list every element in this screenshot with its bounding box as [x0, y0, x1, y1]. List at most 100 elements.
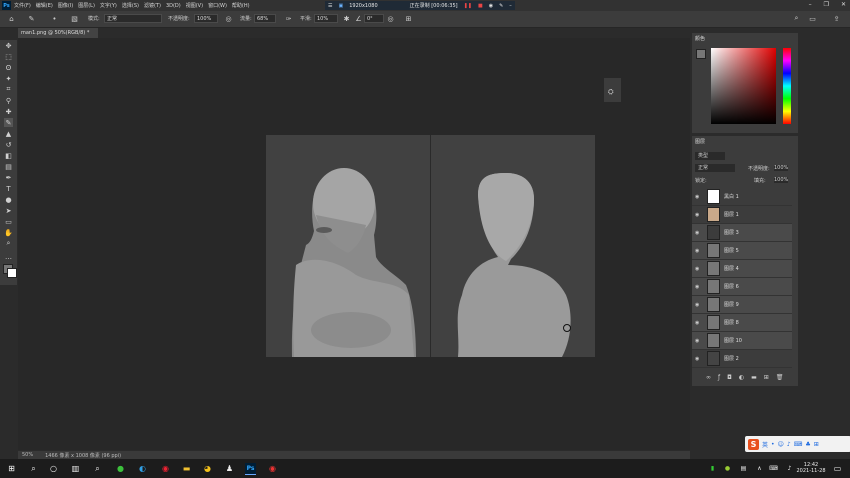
brush-preset-icon[interactable]: • [50, 14, 59, 23]
keyboard-icon[interactable]: ⌨ [768, 463, 779, 474]
menu-icon[interactable]: ☰ [328, 3, 332, 9]
visibility-icon[interactable]: ◉ [695, 266, 701, 272]
color-panel-title[interactable]: 颜色 [695, 35, 705, 42]
minimize-recorder-icon[interactable]: – [509, 3, 512, 9]
ime-punct-icon[interactable]: • [771, 441, 775, 448]
brush-tool-icon[interactable]: ✎ [27, 14, 36, 23]
layer-row[interactable]: ◉ 图层 8 [692, 314, 792, 332]
eraser-icon[interactable]: ◧ [4, 151, 13, 160]
delete-layer-icon[interactable]: 🗑 [776, 374, 784, 381]
new-layer-icon[interactable]: ⊞ [764, 374, 769, 381]
ime-tools-icon[interactable]: ⊞ [814, 441, 819, 448]
add-mask-icon[interactable]: ◘ [727, 374, 732, 381]
stop-icon[interactable]: ■ [478, 3, 483, 9]
menu-image[interactable]: 图像(I) [58, 2, 73, 9]
angle-input[interactable]: 0° [364, 14, 384, 23]
clone-stamp-icon[interactable]: ▲ [4, 129, 13, 138]
menu-layer[interactable]: 图层(L) [78, 2, 95, 9]
visibility-icon[interactable]: ◉ [695, 356, 701, 362]
layer-opacity-input[interactable]: 100% [774, 165, 789, 171]
mode-select[interactable]: 正常 [104, 14, 162, 23]
menu-window[interactable]: 窗口(W) [208, 2, 227, 9]
pressure-size-icon[interactable]: ◎ [386, 14, 395, 23]
properties-icon[interactable]: ⛭ [608, 88, 614, 97]
fill-input[interactable]: 100% [774, 177, 789, 183]
blend-mode-select[interactable]: 正常 [695, 164, 735, 172]
move-tool-icon[interactable]: ✥ [4, 41, 13, 50]
sogou-logo-icon[interactable]: S [748, 438, 759, 450]
battery-icon[interactable]: ▮ [707, 463, 718, 474]
app-green-icon[interactable]: ● [115, 463, 126, 474]
camera-icon[interactable]: ◉ [489, 3, 493, 9]
menu-select[interactable]: 选择(S) [122, 2, 139, 9]
more-tools-icon[interactable]: … [4, 252, 13, 261]
hue-slider[interactable] [783, 48, 791, 124]
layer-filter-select[interactable]: 类型 [695, 152, 725, 160]
home-icon[interactable]: ⌂ [7, 14, 16, 23]
visibility-icon[interactable]: ◉ [695, 320, 701, 326]
layer-row[interactable]: ◉ 图层 10 [692, 332, 792, 350]
smoothing-input[interactable]: 10% [314, 14, 338, 23]
type-tool-icon[interactable]: T [4, 184, 13, 193]
visibility-icon[interactable]: ◉ [695, 194, 701, 200]
clock[interactable]: 12:42 2021-11-28 [796, 462, 826, 474]
visibility-icon[interactable]: ◉ [695, 230, 701, 236]
layer-row[interactable]: ◉ 图层 3 [692, 224, 792, 242]
pressure-opacity-icon[interactable]: ◎ [224, 14, 233, 23]
netease-music-icon[interactable]: ◉ [160, 463, 171, 474]
qq-icon[interactable]: ♟ [224, 463, 235, 474]
ime-skin-icon[interactable]: ♣ [805, 441, 810, 448]
menu-type[interactable]: 文字(Y) [100, 2, 117, 9]
minimize-icon[interactable]: – [809, 1, 812, 8]
eyedropper-icon[interactable]: ⚲ [4, 96, 13, 105]
close-icon[interactable]: ✕ [841, 1, 846, 8]
tray-app-icon[interactable]: ● [722, 463, 733, 474]
adjustment-layer-icon[interactable]: ◐ [739, 374, 744, 381]
menu-help[interactable]: 帮助(H) [232, 2, 250, 9]
healing-brush-icon[interactable]: ✚ [4, 107, 13, 116]
marquee-tool-icon[interactable]: ⬚ [4, 52, 13, 61]
menu-3d[interactable]: 3D(D) [166, 3, 181, 9]
chrome-icon[interactable]: ◕ [202, 463, 213, 474]
color-picker-field[interactable] [711, 48, 776, 124]
link-layers-icon[interactable]: ∞ [706, 374, 711, 381]
layer-row[interactable]: ◉ 图层 9 [692, 296, 792, 314]
crop-tool-icon[interactable]: ⌗ [4, 85, 13, 94]
rectangle-tool-icon[interactable]: ▭ [4, 217, 13, 226]
ime-lang-label[interactable]: 英 [762, 440, 768, 449]
path-selection-icon[interactable]: ➤ [4, 206, 13, 215]
brush-tool-icon[interactable]: ✎ [4, 118, 13, 127]
workspace-icon[interactable]: ▭ [808, 14, 817, 23]
pause-icon[interactable]: ❚❚ [464, 3, 472, 9]
new-group-icon[interactable]: ▬ [751, 374, 757, 381]
ime-mic-icon[interactable]: ♪ [787, 441, 791, 448]
visibility-icon[interactable]: ◉ [695, 338, 701, 344]
cortana-icon[interactable]: ○ [48, 463, 59, 474]
search-icon[interactable]: ⌕ [28, 463, 39, 474]
pen-icon[interactable]: ✎ [499, 3, 503, 9]
zoom-tool-icon[interactable]: ⌕ [4, 239, 13, 248]
magic-wand-icon[interactable]: ✦ [4, 74, 13, 83]
layer-row[interactable]: ◉ 图层 6 [692, 278, 792, 296]
layer-row[interactable]: ◉ 图层 2 [692, 350, 792, 368]
menu-edit[interactable]: 编辑(E) [36, 2, 53, 9]
network-icon[interactable]: ▤ [738, 463, 749, 474]
notification-icon[interactable]: ▭ [832, 463, 843, 474]
history-brush-icon[interactable]: ↺ [4, 140, 13, 149]
ime-emoji-icon[interactable]: ☺ [778, 441, 784, 448]
zoom-level[interactable]: 50% [22, 452, 33, 458]
lasso-tool-icon[interactable]: ʘ [4, 63, 13, 72]
brush-settings-icon[interactable]: ▧ [70, 14, 79, 23]
layers-panel-title[interactable]: 图层 [695, 138, 705, 145]
menu-filter[interactable]: 滤镜(T) [144, 2, 161, 9]
layer-row[interactable]: ◉ 图层 1 [692, 206, 792, 224]
layer-row[interactable]: ◉ 图层 4 [692, 260, 792, 278]
dodge-tool-icon[interactable]: ● [4, 195, 13, 204]
recorder-taskbar-icon[interactable]: ◉ [267, 463, 278, 474]
ime-keyboard-icon[interactable]: ⌨ [794, 441, 803, 448]
background-color-swatch[interactable] [7, 268, 17, 278]
photoshop-taskbar-icon[interactable]: Ps [245, 463, 256, 475]
hand-tool-icon[interactable]: ✋ [4, 228, 13, 237]
visibility-icon[interactable]: ◉ [695, 248, 701, 254]
search-icon[interactable]: ⌕ [792, 14, 801, 23]
